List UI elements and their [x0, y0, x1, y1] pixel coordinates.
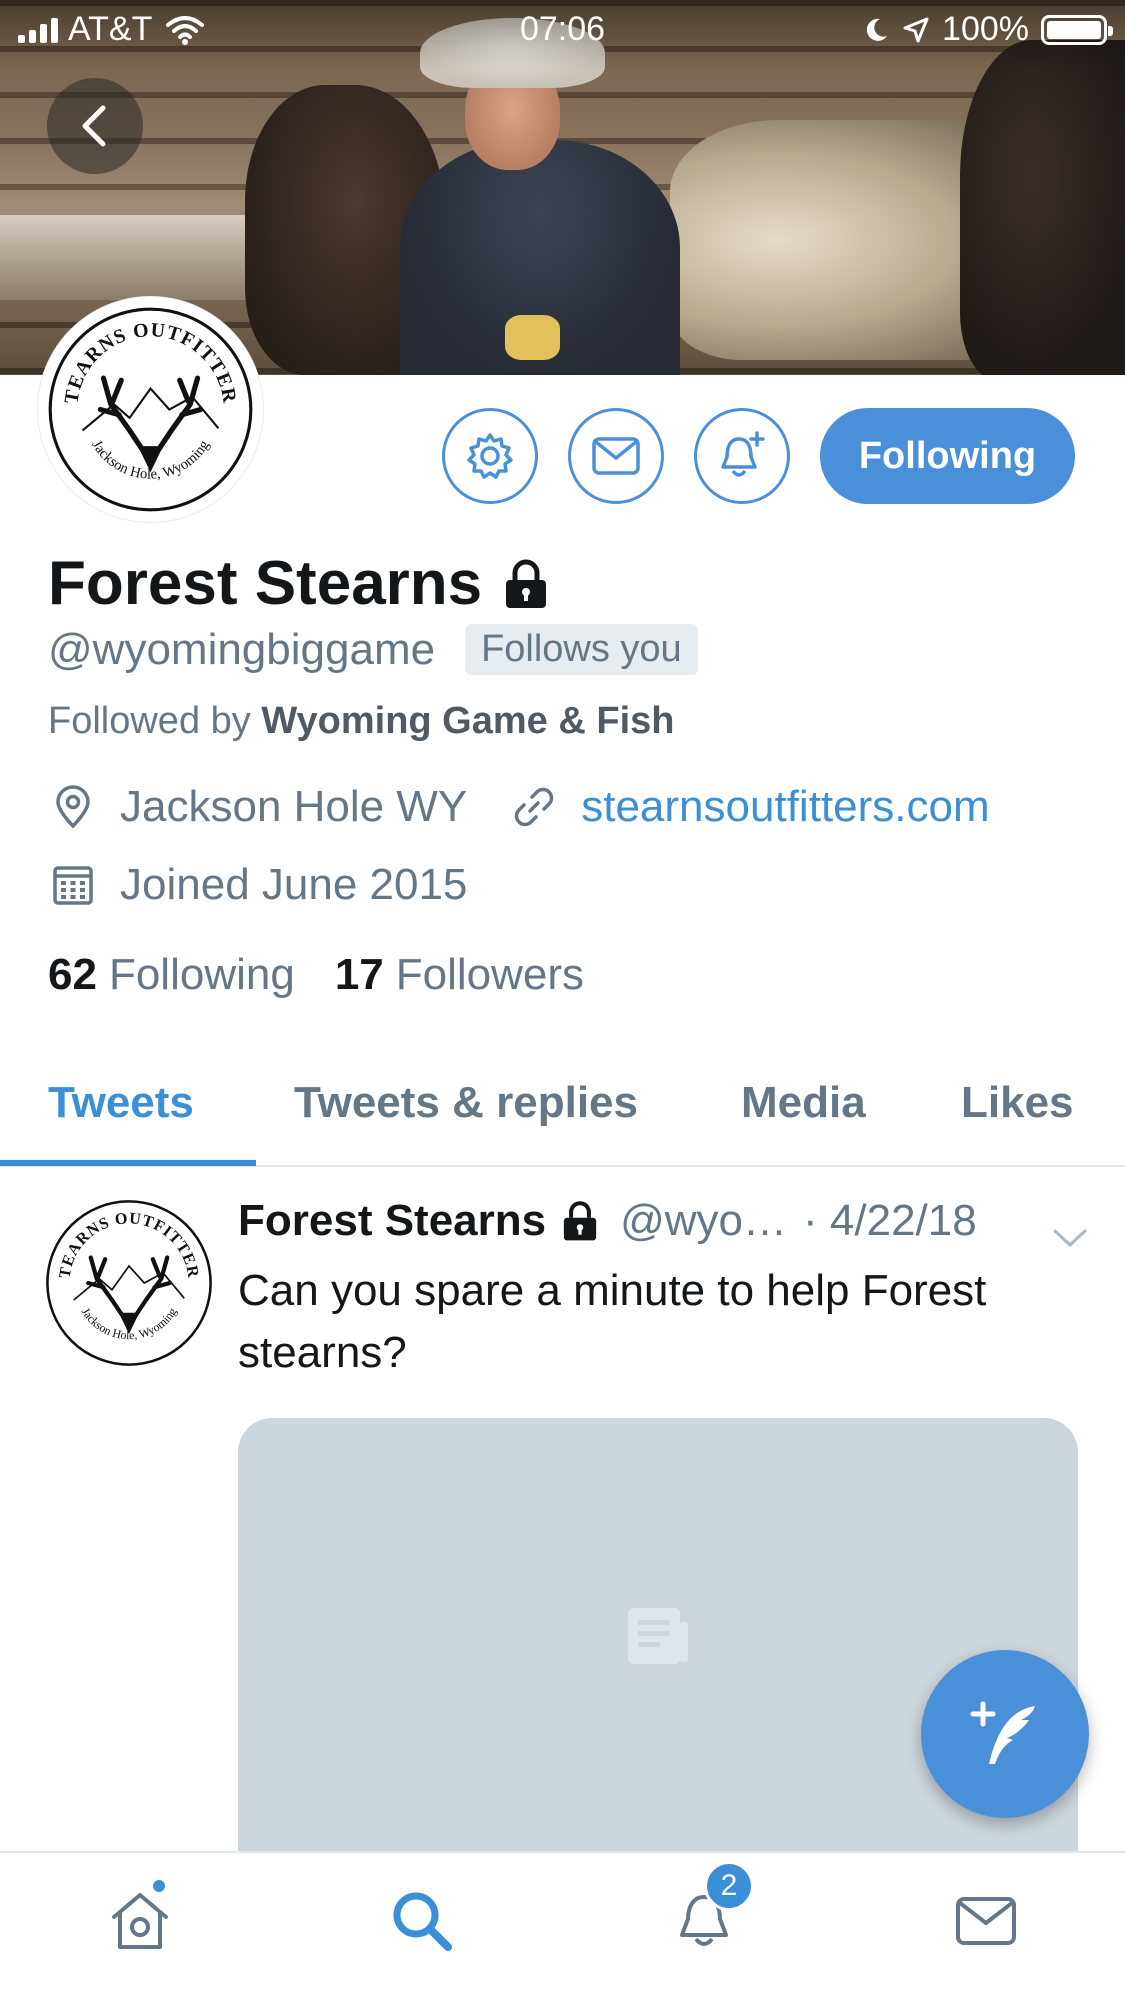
message-button[interactable] — [568, 408, 664, 504]
envelope-icon — [956, 1897, 1016, 1945]
profile-tabs: Tweets Tweets & replies Media Likes — [0, 1060, 1125, 1167]
banner-glove — [505, 315, 560, 360]
lock-icon — [506, 559, 547, 608]
bell-plus-icon — [721, 431, 765, 477]
back-button[interactable] — [47, 78, 143, 174]
lock-icon — [560, 1200, 600, 1242]
nav-notifications[interactable]: 2 — [664, 1861, 754, 1961]
profile-display-name: Forest Stearns — [48, 549, 483, 618]
tweet-link-card[interactable] — [238, 1418, 1078, 1878]
tweet-author-handle: @wyo… — [620, 1196, 788, 1245]
tab-media[interactable]: Media — [741, 1078, 866, 1128]
bottom-tab-bar: 2 — [0, 1851, 1125, 2001]
search-icon — [393, 1892, 452, 1951]
followed-by-name[interactable]: Wyoming Game & Fish — [261, 700, 674, 742]
compose-tweet-button[interactable] — [921, 1650, 1089, 1818]
status-bar: AT&T 07:06 100% — [0, 0, 1125, 60]
tweet-author-avatar[interactable]: STEARNS OUTFITTERS Jackson Hole, Wyoming — [39, 1185, 214, 1368]
tab-tweets-and-replies[interactable]: Tweets & replies — [294, 1078, 638, 1128]
calendar-icon — [48, 860, 98, 910]
profile-location: Jackson Hole WY — [120, 782, 468, 831]
followers-label: Followers — [395, 950, 585, 999]
follows-you-badge: Follows you — [465, 624, 698, 675]
active-tab-indicator — [0, 1160, 256, 1166]
tweet-date: · 4/22/18 — [803, 1196, 977, 1245]
gear-icon — [467, 433, 513, 479]
following-count-link[interactable]: 62 Following — [48, 950, 295, 1000]
tab-tweets[interactable]: Tweets — [48, 1078, 194, 1128]
settings-button[interactable] — [442, 408, 538, 504]
tweet-header: Forest Stearns @wyo… · 4/22/18 — [238, 1196, 1088, 1247]
stearns-outfitters-logo: STEARNS OUTFITTERS Jackson Hole, Wyoming — [40, 288, 253, 512]
nav-messages[interactable] — [946, 1881, 1026, 1961]
followed-by-line[interactable]: Followed by Wyoming Game & Fish — [48, 700, 674, 743]
home-new-dot — [150, 1877, 168, 1895]
quill-plus-icon — [970, 1701, 1035, 1764]
joined-row: Joined June 2015 — [48, 860, 467, 910]
profile-name-row: Forest Stearns — [48, 548, 550, 619]
location-website-row: Jackson Hole WY stearnsoutfitters.com — [48, 782, 990, 832]
profile-handle: @wyomingbiggame — [48, 624, 436, 674]
profile-handle-row: @wyomingbiggame Follows you — [48, 624, 698, 675]
status-right: 100% — [862, 10, 1113, 49]
link-icon — [509, 782, 559, 832]
chevron-down-icon — [1053, 1229, 1087, 1247]
tweet-text: Can you spare a minute to help Forest st… — [238, 1266, 987, 1377]
following-button[interactable]: Following — [820, 408, 1075, 504]
banner-mule-right — [960, 40, 1125, 375]
notifications-badge: 2 — [704, 1861, 754, 1911]
stearns-outfitters-logo: STEARNS OUTFITTERS Jackson Hole, Wyoming — [39, 1185, 212, 1366]
following-label: Following — [108, 950, 295, 999]
profile-avatar[interactable]: STEARNS OUTFITTERS Jackson Hole, Wyoming — [38, 288, 263, 522]
battery-percent: 100% — [942, 10, 1029, 48]
followers-count-link[interactable]: 17 Followers — [335, 950, 584, 1000]
map-pin-icon — [48, 782, 98, 832]
tweet-author-name[interactable]: Forest Stearns — [238, 1196, 546, 1246]
following-count: 62 — [48, 950, 97, 999]
profile-joined-date: Joined June 2015 — [120, 860, 468, 909]
moon-icon — [866, 18, 888, 41]
notify-button[interactable] — [694, 408, 790, 504]
document-icon — [628, 1608, 688, 1664]
tweet-menu-button[interactable] — [1052, 1210, 1088, 1260]
envelope-icon — [592, 437, 640, 475]
follow-counts: 62 Following 17 Followers — [48, 950, 584, 1000]
followers-count: 17 — [334, 950, 384, 999]
followed-by-prefix: Followed by — [48, 700, 251, 742]
battery-icon — [1041, 14, 1113, 45]
chevron-left-icon — [82, 105, 106, 147]
nav-home[interactable] — [100, 1877, 180, 1961]
home-icon — [112, 1893, 168, 1949]
profile-website-link[interactable]: stearnsoutfitters.com — [581, 782, 989, 832]
tab-likes[interactable]: Likes — [961, 1078, 1074, 1128]
location-arrow-icon — [903, 17, 929, 42]
nav-search[interactable] — [382, 1881, 462, 1961]
